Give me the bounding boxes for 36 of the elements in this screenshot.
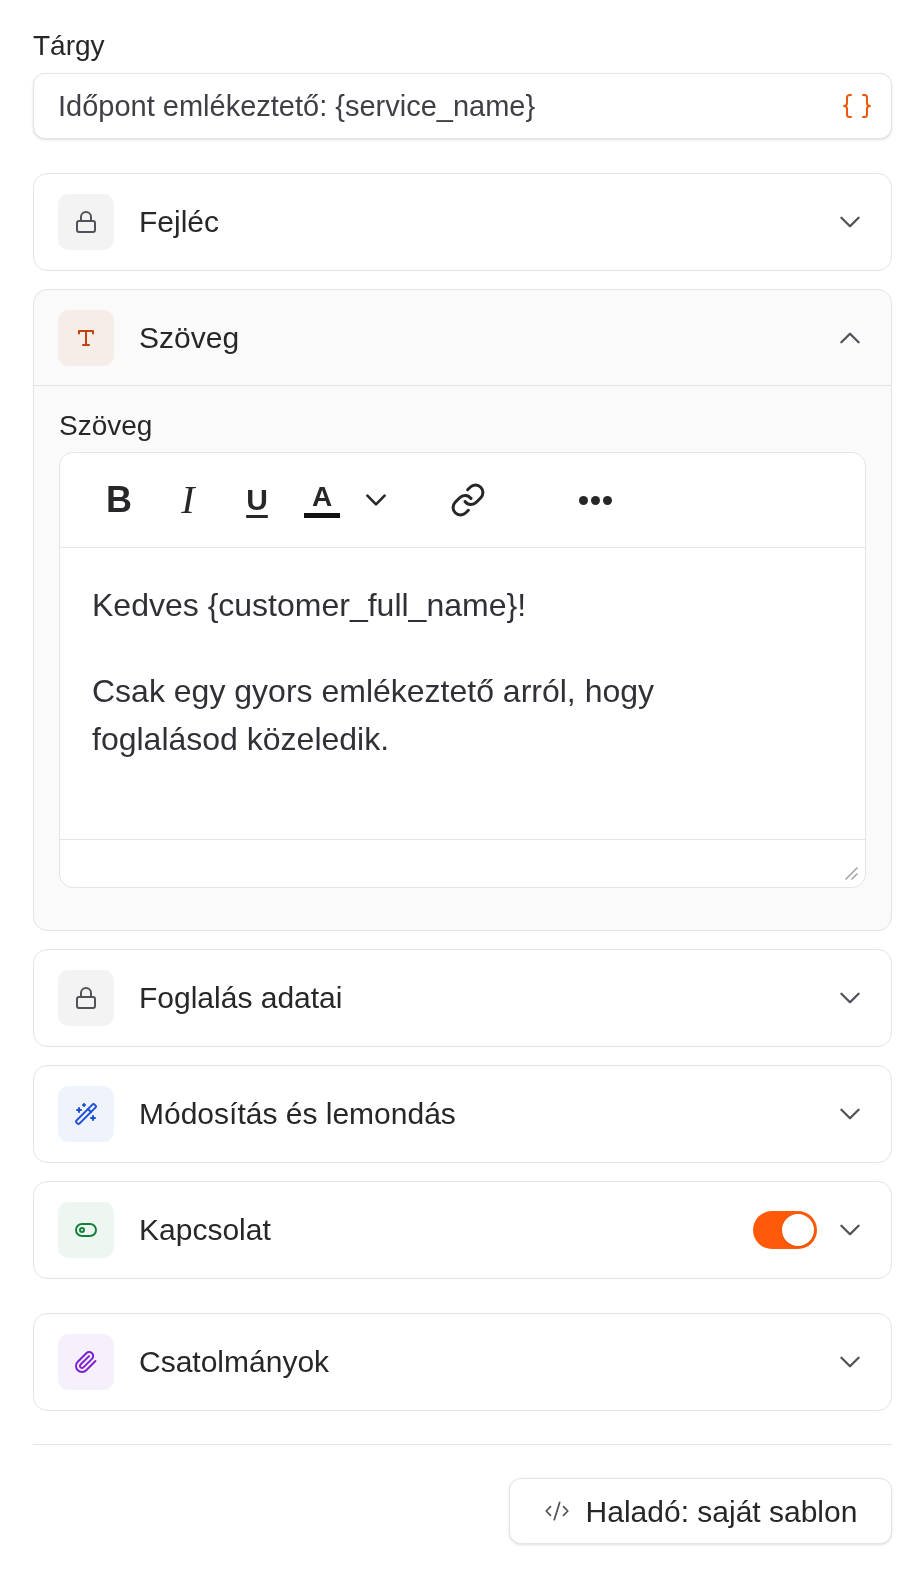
text-color-button[interactable]: A [304,478,386,522]
resize-handle-icon[interactable] [842,864,858,880]
chevron-down-icon[interactable] [840,1108,860,1120]
braces-icon[interactable] [842,93,872,119]
chevron-up-icon[interactable] [840,331,860,344]
underline-button[interactable]: U [235,478,279,522]
chevron-down-icon[interactable] [840,992,860,1004]
magic-wand-icon [58,1086,114,1142]
section-title: Módosítás és lemondás [139,1096,456,1132]
subject-field[interactable]: Időpont emlékeztető: {service_name} [33,73,892,139]
advanced-template-button[interactable]: Haladó: saját sablon [509,1478,892,1544]
code-icon [543,1498,570,1524]
section-title: Foglalás adatai [139,980,343,1016]
link-icon[interactable] [450,482,486,518]
toggle-switch[interactable] [753,1211,817,1249]
section-title: Csatolmányok [139,1344,330,1380]
editor-content[interactable]: Kedves {customer_full_name}! Csak egy gyors emlékeztető arról, hogy foglalásod közeledik. [60,548,865,839]
toggle-icon [58,1202,114,1258]
more-icon[interactable] [578,495,612,505]
caret-icon[interactable] [366,494,386,506]
chevron-down-icon[interactable] [840,1224,860,1236]
section-title: Fejléc [139,204,220,240]
letter-t-icon [58,309,114,366]
field-label: Tárgy [33,30,105,62]
chevron-down-icon[interactable] [840,216,860,228]
section-title: Szöveg [139,319,240,356]
lock-icon [58,970,114,1026]
italic-button[interactable]: I [166,478,210,522]
lock-icon [58,194,114,250]
chevron-down-icon[interactable] [840,1356,860,1368]
paperclip-icon [58,1334,114,1390]
bold-button[interactable]: B [97,478,141,522]
field-label: Szöveg [59,410,153,442]
paragraph: Kedves {customer_full_name}! [92,586,527,625]
paragraph: Csak egy gyors emlékeztető arról, hogy foglalásod közeledik. [92,672,656,759]
section-title: Kapcsolat [139,1212,271,1248]
